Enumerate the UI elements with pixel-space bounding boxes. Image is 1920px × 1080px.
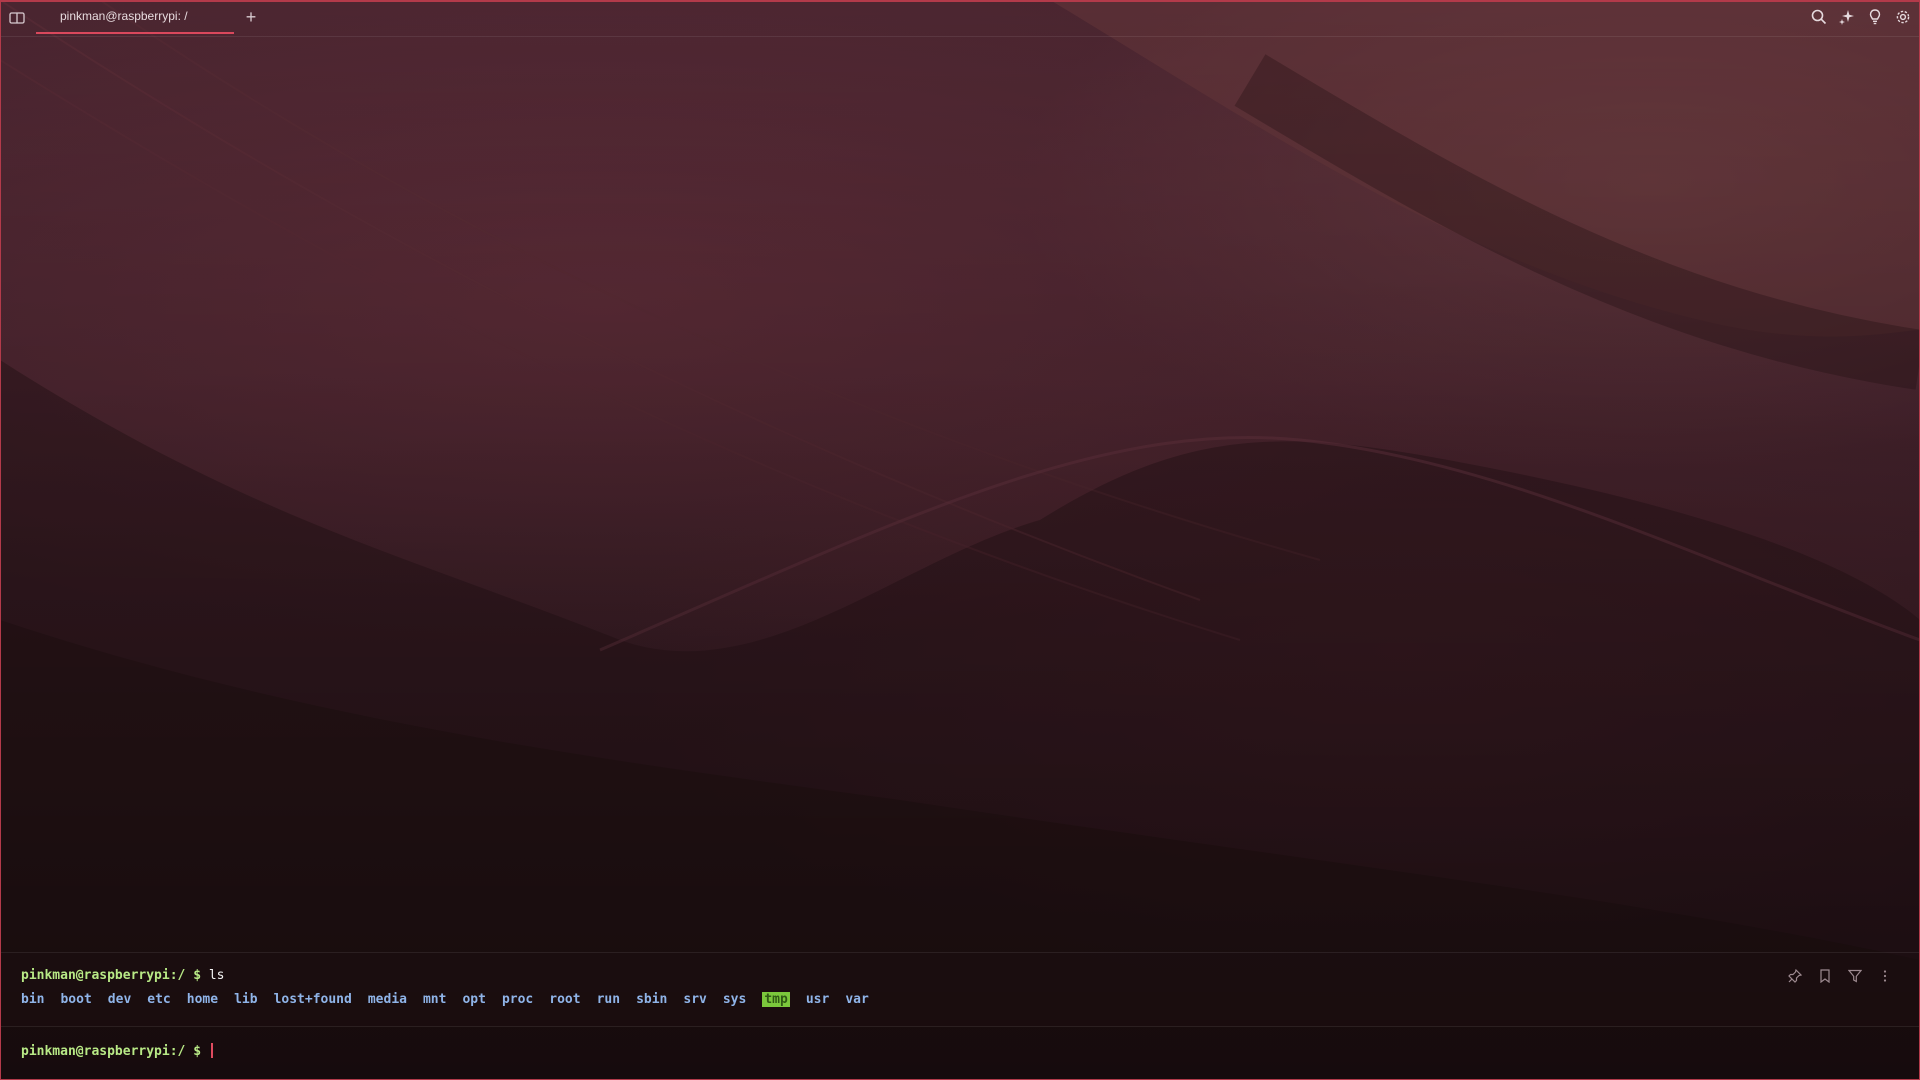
command-text: ls xyxy=(208,968,225,983)
list-item: root xyxy=(549,992,581,1007)
ai-sparkle-icon[interactable] xyxy=(1838,8,1856,26)
list-item: usr xyxy=(805,992,830,1007)
text-cursor xyxy=(210,1043,213,1058)
list-item: dev xyxy=(107,992,132,1007)
command-line: pinkman@raspberrypi:/ $ ls xyxy=(21,968,225,983)
list-item: lost+found xyxy=(273,992,352,1007)
list-item: sbin xyxy=(636,992,668,1007)
gear-icon[interactable] xyxy=(1894,8,1912,26)
command-block[interactable] xyxy=(0,952,1920,1027)
tab-label: pinkman@raspberrypi: / xyxy=(60,9,188,23)
tab-terminal[interactable]: pinkman@raspberrypi: / xyxy=(36,0,234,34)
prompt-text: pinkman@raspberrypi:/ xyxy=(21,968,186,983)
list-item: bin xyxy=(21,992,45,1007)
terminal-input[interactable]: pinkman@raspberrypi:/ $ xyxy=(21,1043,213,1059)
list-item: var xyxy=(845,992,869,1007)
list-item: sys xyxy=(722,992,747,1007)
new-tab-button[interactable]: + xyxy=(242,8,260,26)
list-item: etc xyxy=(147,992,171,1007)
list-item: srv xyxy=(683,992,707,1007)
list-item: boot xyxy=(60,992,92,1007)
block-actions xyxy=(1786,967,1894,985)
filter-icon[interactable] xyxy=(1846,967,1864,985)
list-item: home xyxy=(186,992,219,1007)
title-bar: pinkman@raspberrypi: / + xyxy=(0,0,1920,37)
lightbulb-icon[interactable] xyxy=(1866,8,1884,26)
list-item: proc xyxy=(501,992,534,1007)
list-item: run xyxy=(596,992,621,1007)
list-item: media xyxy=(367,992,407,1007)
list-item: mnt xyxy=(422,992,447,1007)
input-prompt-text: pinkman@raspberrypi:/ xyxy=(21,1044,186,1059)
ls-output: bin boot dev etc home lib lost+found med… xyxy=(21,992,885,1007)
pin-icon[interactable] xyxy=(1786,967,1804,985)
more-icon[interactable] xyxy=(1876,967,1894,985)
list-item-highlighted: tmp xyxy=(762,992,790,1007)
list-item: opt xyxy=(462,992,486,1007)
search-icon[interactable] xyxy=(1810,8,1828,26)
input-prompt-symbol: $ xyxy=(193,1044,202,1059)
bookmark-icon[interactable] xyxy=(1816,967,1834,985)
desktop-wallpaper xyxy=(0,0,1920,1080)
sidebar-toggle-icon[interactable] xyxy=(8,9,26,27)
list-item: lib xyxy=(234,992,258,1007)
prompt-symbol: $ xyxy=(193,968,202,983)
toolbar xyxy=(1810,8,1912,26)
